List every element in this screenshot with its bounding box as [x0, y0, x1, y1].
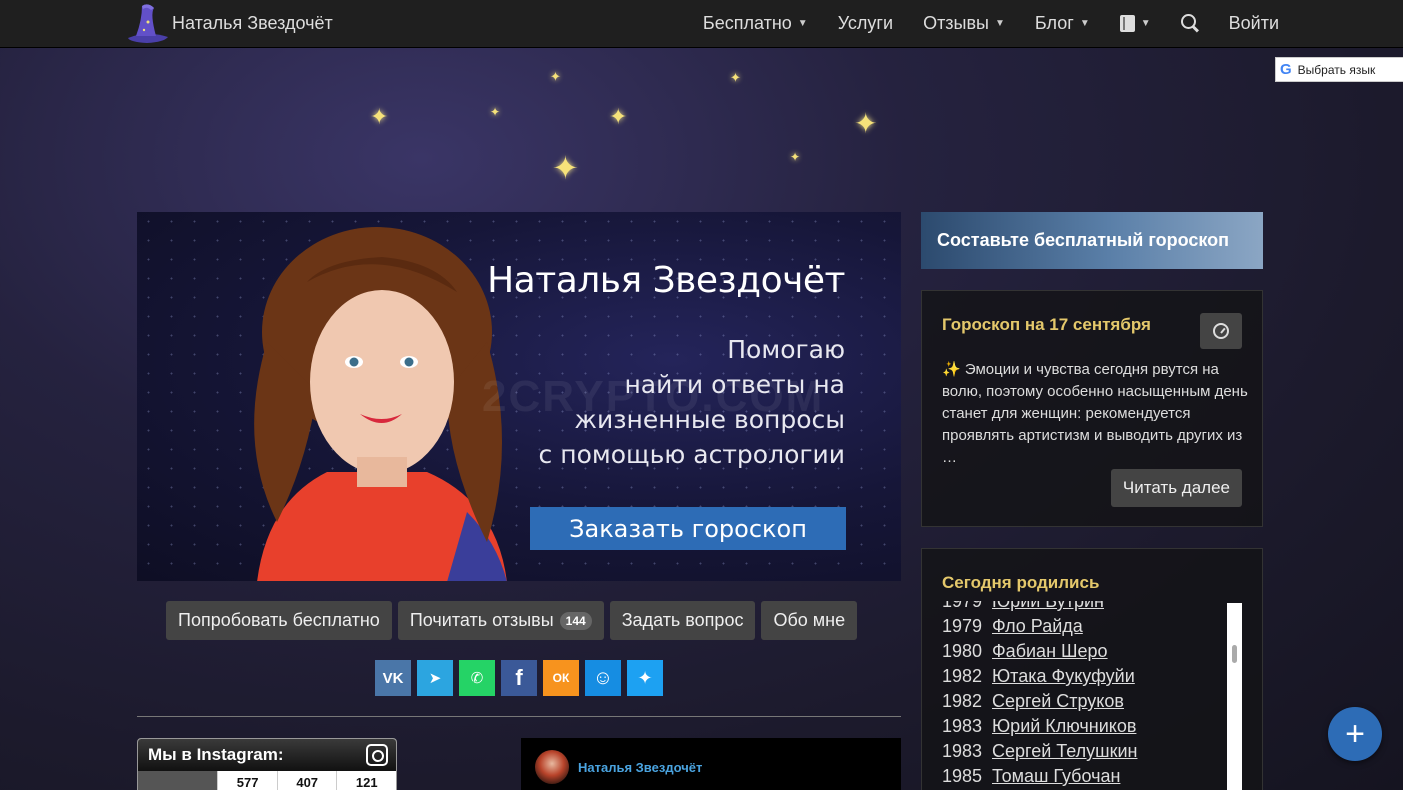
- caret-down-icon: ▼: [995, 17, 1005, 29]
- scrollbar-thumb[interactable]: [1232, 645, 1237, 663]
- instagram-title: Мы в Instagram:: [148, 745, 284, 764]
- list-item: 1982 Ютака Фукуфуйи: [942, 666, 1135, 686]
- nav-item-book[interactable]: ▼: [1119, 14, 1151, 32]
- born-today-title: Сегодня родились: [942, 573, 1100, 592]
- list-item: 1982 Сергей Струков: [942, 691, 1124, 711]
- action-buttons: Попробовать бесплатно Почитать отзывы 144…: [166, 601, 863, 640]
- star-icon: ✦: [609, 104, 628, 129]
- born-today-list[interactable]: 1979 Юрий Бутрин 1979 Фло Райда 1980 Фабиан…: [942, 601, 1237, 790]
- brand-name: Наталья Звездочёт: [172, 12, 333, 33]
- instagram-header: Мы в Instagram:: [138, 739, 396, 771]
- list-item: 1985 Томаш Губочан: [942, 766, 1121, 786]
- daily-horoscope-panel: Гороскоп на 17 сентября ✨ Эмоции и чувст…: [921, 290, 1263, 527]
- read-more-button[interactable]: Читать далее: [1110, 469, 1242, 507]
- odnoklassniki-icon[interactable]: ОК: [543, 660, 579, 696]
- instagram-followers-count: 407: [276, 771, 337, 790]
- try-free-button[interactable]: Попробовать бесплатно: [166, 601, 392, 640]
- instagram-widget[interactable]: Мы в Instagram: 577 407 121: [137, 738, 397, 790]
- born-today-panel: Сегодня родились 1979 Юрий Бутрин 1979 Фло…: [921, 548, 1263, 790]
- banner-subtitle: Помогаю найти ответы на жизненные вопрос…: [538, 335, 845, 469]
- social-share: VK ➤ ✆ f ОК ☺ ✦: [375, 660, 669, 696]
- list-item: 1983 Сергей Телушкин: [942, 741, 1138, 761]
- list-item: 1980 Фабиан Шеро: [942, 641, 1108, 661]
- ask-question-button[interactable]: Задать вопрос: [609, 601, 756, 640]
- nav-item-reviews[interactable]: Отзывы ▼: [923, 13, 1005, 34]
- instagram-stats: 577 407 121: [138, 771, 396, 790]
- facebook-icon[interactable]: f: [501, 660, 537, 696]
- free-horoscope-cta[interactable]: Составьте бесплатный гороскоп: [921, 212, 1263, 269]
- instagram-icon: [366, 744, 388, 766]
- wizard-hat-icon: [128, 4, 168, 43]
- hero-banner[interactable]: 2CRYPTO.COM Наталья Звездочёт Помогаю на…: [137, 212, 901, 581]
- book-icon: [1119, 14, 1135, 32]
- read-reviews-button[interactable]: Почитать отзывы 144: [397, 601, 604, 640]
- list-item: 1979 Фло Райда: [942, 616, 1083, 636]
- translate-widget[interactable]: G Выбрать язык: [1275, 57, 1403, 82]
- post-widget[interactable]: Наталья Звездочёт: [521, 738, 901, 790]
- star-icon: ✦: [552, 150, 579, 186]
- post-author[interactable]: Наталья Звездочёт: [578, 760, 702, 775]
- brand-link[interactable]: Наталья Звездочёт: [120, 0, 333, 46]
- divider: [137, 716, 901, 717]
- star-icon: ✦: [854, 108, 878, 139]
- search-button[interactable]: [1180, 14, 1199, 32]
- star-icon: ✦: [490, 105, 501, 119]
- add-fab-button[interactable]: +: [1328, 707, 1382, 761]
- nav-item-services[interactable]: Услуги: [838, 13, 893, 34]
- horoscope-text: ✨ Эмоции и чувства сегодня рвутся на вол…: [942, 361, 1248, 466]
- search-icon: [1180, 14, 1199, 32]
- reviews-count-badge: 144: [559, 611, 592, 630]
- google-icon: G: [1280, 61, 1292, 78]
- born-today-scrollbar[interactable]: [1227, 603, 1242, 790]
- login-link[interactable]: Войти: [1229, 13, 1279, 34]
- telegram-icon[interactable]: ➤: [417, 660, 453, 696]
- moimir-icon[interactable]: ☺: [585, 660, 621, 696]
- caret-down-icon: ▼: [1079, 17, 1090, 29]
- instagram-following-count: 121: [336, 771, 396, 790]
- caret-down-icon: ▼: [797, 17, 808, 29]
- list-item: 1979 Юрий Бутрин: [942, 601, 1104, 611]
- star-icon: ✦: [790, 150, 801, 164]
- instagram-posts-count: 577: [217, 771, 277, 790]
- clock-button[interactable]: [1200, 313, 1242, 349]
- vk-icon[interactable]: VK: [375, 660, 411, 696]
- nav-item-free[interactable]: Бесплатно ▼: [703, 13, 808, 34]
- avatar: [535, 750, 569, 784]
- star-icon: ✦: [730, 70, 741, 85]
- list-item: 1983 Юрий Ключников: [942, 716, 1137, 736]
- caret-down-icon: ▼: [1140, 17, 1151, 29]
- instagram-avatar: [138, 771, 218, 790]
- whatsapp-icon[interactable]: ✆: [459, 660, 495, 696]
- nav-item-blog[interactable]: Блог ▼: [1035, 13, 1090, 34]
- about-me-button[interactable]: Обо мне: [761, 601, 858, 640]
- clock-icon: [1213, 323, 1229, 339]
- horoscope-title: Гороскоп на 17 сентября: [942, 315, 1151, 334]
- star-icon: ✦: [550, 69, 561, 84]
- order-horoscope-button[interactable]: Заказать гороскоп: [530, 507, 846, 550]
- twitter-icon[interactable]: ✦: [627, 660, 663, 696]
- nav-menu: Бесплатно ▼ Услуги Отзывы ▼ Блог ▼ ▼ Войти: [673, 0, 1279, 46]
- banner-title: Наталья Звездочёт: [487, 260, 845, 301]
- top-navbar: Наталья Звездочёт Бесплатно ▼ Услуги Отзы…: [0, 0, 1403, 48]
- star-icon: ✦: [370, 104, 389, 129]
